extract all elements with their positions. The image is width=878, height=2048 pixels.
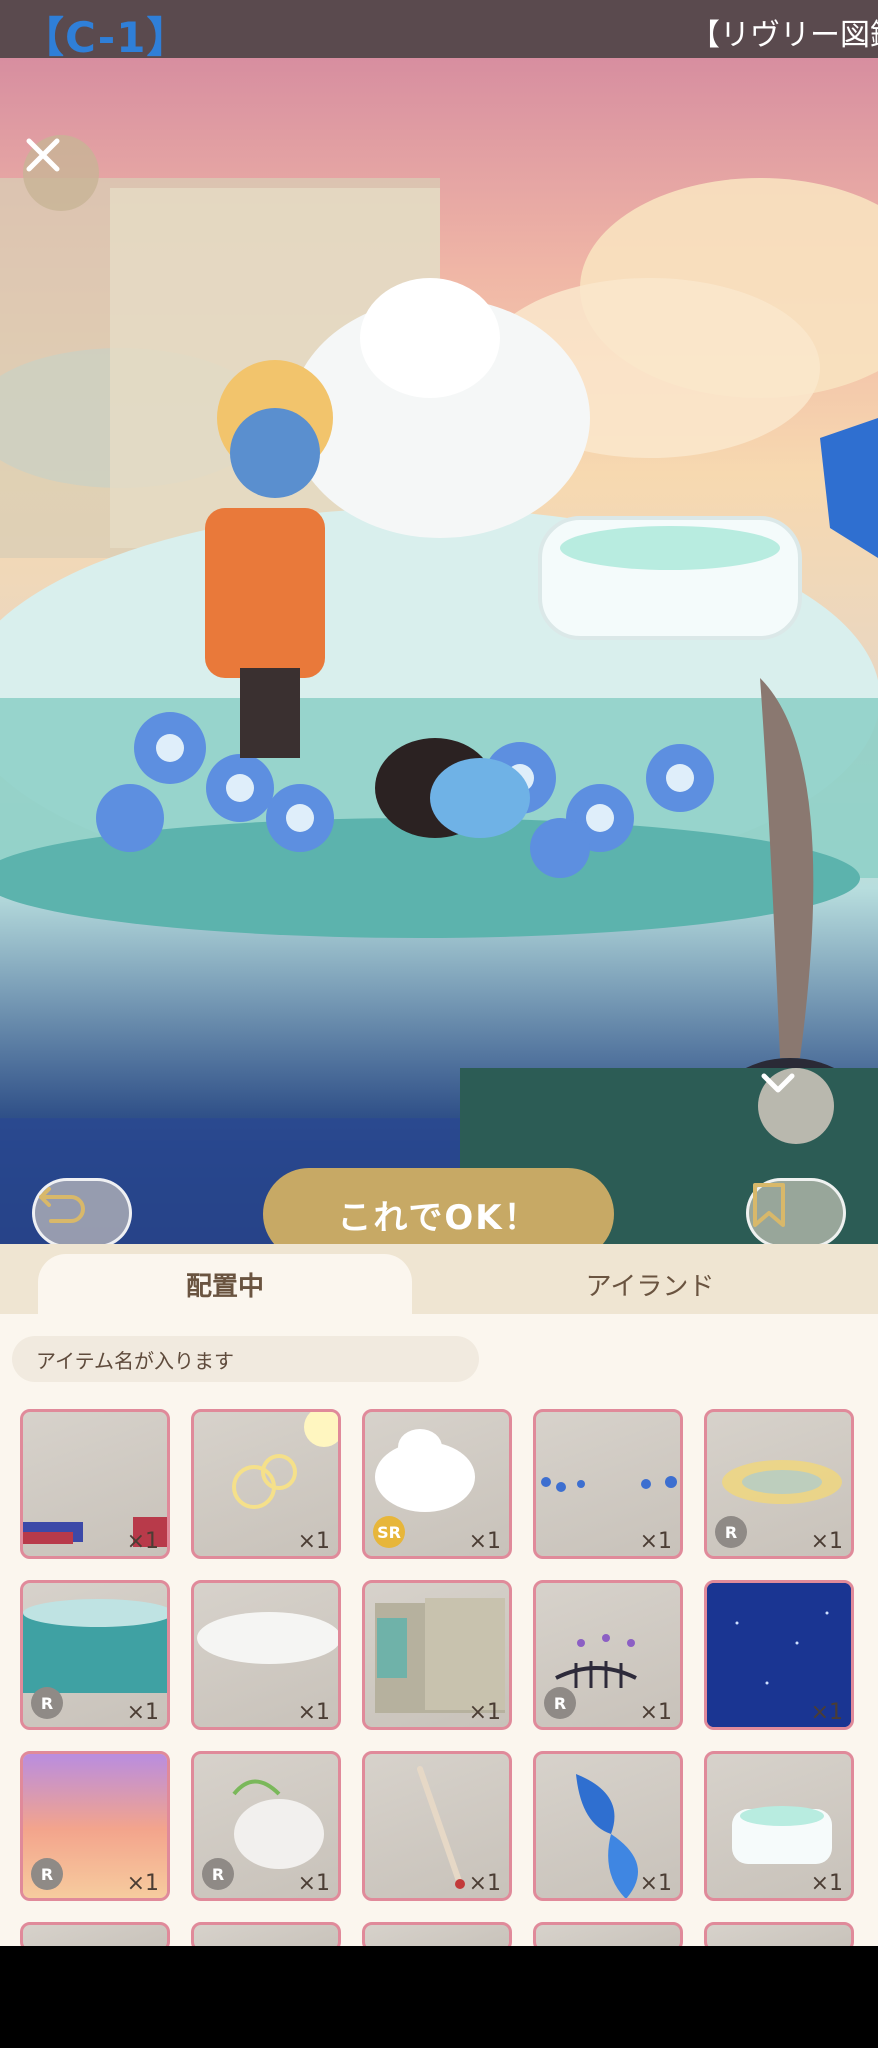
item-slot[interactable]: ×1 — [704, 1751, 854, 1901]
item-slot[interactable]: R ×1 — [191, 1751, 341, 1901]
tab-placed[interactable]: 配置中 — [38, 1254, 412, 1314]
undo-icon — [39, 1187, 85, 1223]
item-slot[interactable] — [533, 1922, 683, 1946]
item-name-label: アイテム名が入ります — [12, 1336, 479, 1382]
island-scene[interactable]: これでOK！ — [0, 58, 878, 1244]
item-slot[interactable] — [191, 1922, 341, 1946]
top-banner: 【C-1】 【リヴリー図鑑 — [0, 0, 878, 58]
item-slot[interactable] — [362, 1922, 512, 1946]
item-slot[interactable]: R ×1 — [704, 1409, 854, 1559]
item-panel: アイテム名が入ります ×1 ×1 SR ×1 ×1 R ×1 R ×1 ×1 ×… — [0, 1314, 878, 1946]
chevron-down-icon — [761, 1073, 795, 1093]
close-button[interactable] — [23, 135, 99, 211]
bookmark-icon — [753, 1183, 785, 1227]
item-slot[interactable]: R ×1 — [20, 1751, 170, 1901]
banner-code: 【C-1】 — [22, 13, 190, 58]
banner-title: 【リヴリー図鑑 — [690, 18, 878, 53]
collapse-button[interactable] — [758, 1068, 834, 1144]
item-slot[interactable]: ×1 — [362, 1751, 512, 1901]
undo-button[interactable] — [32, 1178, 132, 1244]
item-slot[interactable]: R ×1 — [533, 1580, 683, 1730]
item-slot[interactable]: ×1 — [191, 1409, 341, 1559]
item-slot[interactable]: ×1 — [20, 1409, 170, 1559]
item-slot[interactable]: ×1 — [533, 1409, 683, 1559]
item-slot[interactable]: ×1 — [533, 1751, 683, 1901]
item-slot[interactable]: SR ×1 — [362, 1409, 512, 1559]
confirm-ok-button[interactable]: これでOK！ — [263, 1168, 614, 1244]
item-slot[interactable] — [20, 1922, 170, 1946]
item-slot[interactable] — [704, 1922, 854, 1946]
item-slot[interactable]: ×1 — [704, 1580, 854, 1730]
item-slot[interactable]: R ×1 — [20, 1580, 170, 1730]
close-icon — [26, 138, 60, 172]
tab-bar: 配置中 アイランド — [0, 1244, 878, 1314]
scene-illustration — [0, 178, 878, 1244]
tab-island[interactable]: アイランド — [470, 1254, 830, 1314]
bottom-inset — [0, 1946, 878, 2048]
item-slot[interactable]: ×1 — [362, 1580, 512, 1730]
bookmark-button[interactable] — [746, 1178, 846, 1244]
item-slot[interactable]: ×1 — [191, 1580, 341, 1730]
